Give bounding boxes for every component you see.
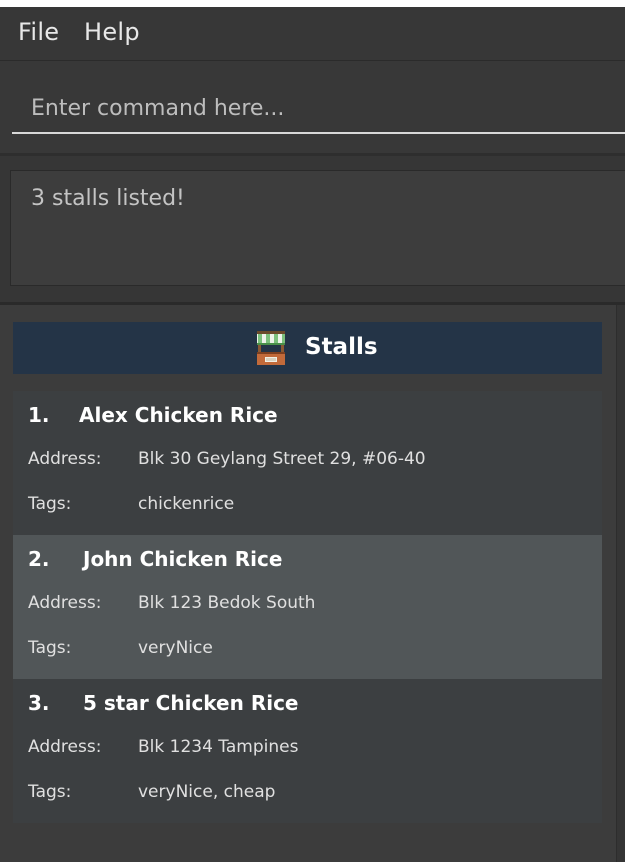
stall-list-title: Stalls [305, 334, 378, 360]
tags-label: Tags: [28, 638, 72, 658]
stall-name: 5 star Chicken Rice [83, 691, 299, 715]
stall-card[interactable]: 3. 5 star Chicken Rice Address: Blk 1234… [13, 679, 602, 823]
menu-bar: File Help [0, 7, 625, 61]
stall-index: 3. [28, 691, 50, 715]
stall-icon [257, 331, 285, 365]
list-scrollbar[interactable] [616, 305, 625, 862]
stall-card-selected[interactable]: 2. John Chicken Rice Address: Blk 123 Be… [13, 535, 602, 679]
stall-name: John Chicken Rice [83, 547, 283, 571]
stall-address: Blk 30 Geylang Street 29, #06-40 [138, 449, 426, 469]
command-box [0, 61, 625, 156]
result-display[interactable]: 3 stalls listed! [10, 170, 625, 286]
stall-tags: veryNice, cheap [138, 782, 276, 802]
address-label: Address: [28, 449, 102, 469]
stall-address: Blk 1234 Tampines [138, 737, 299, 757]
tags-label: Tags: [28, 494, 72, 514]
stall-list-header: Stalls [13, 322, 602, 374]
menu-file[interactable]: File [18, 18, 59, 46]
stall-card[interactable]: 1. Alex Chicken Rice Address: Blk 30 Gey… [13, 391, 602, 535]
tags-label: Tags: [28, 782, 72, 802]
command-input[interactable] [12, 84, 625, 134]
stall-address: Blk 123 Bedok South [138, 593, 316, 613]
menu-help[interactable]: Help [84, 18, 140, 46]
address-label: Address: [28, 737, 102, 757]
address-label: Address: [28, 593, 102, 613]
stall-tags: veryNice [138, 638, 213, 658]
stall-index: 2. [28, 547, 50, 571]
stall-index: 1. [28, 403, 50, 427]
result-display-pane: 3 stalls listed! [0, 156, 625, 305]
result-message: 3 stalls listed! [31, 186, 185, 211]
app-window: File Help 3 stalls listed! [0, 7, 625, 862]
stall-name: Alex Chicken Rice [79, 403, 278, 427]
stall-tags: chickenrice [138, 494, 235, 514]
stall-list-panel[interactable]: Stalls 1. Alex Chicken Rice Address: Blk… [0, 305, 625, 862]
